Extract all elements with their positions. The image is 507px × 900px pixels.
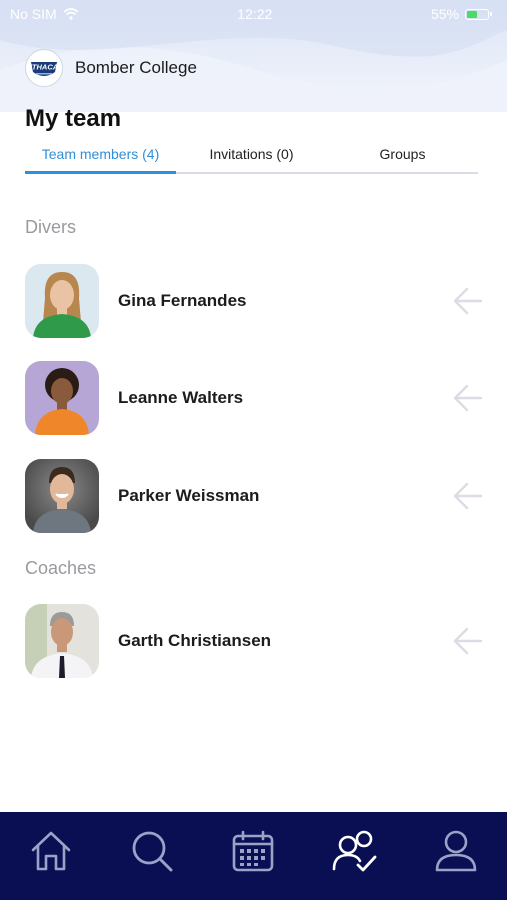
school-logo-text: ITHACA (30, 63, 58, 72)
battery-percent: 55% (430, 6, 459, 22)
bottom-nav (0, 812, 507, 900)
tab-bar: Team members (4) Invitations (0) Groups (25, 140, 478, 174)
tab-team-members[interactable]: Team members (4) (25, 140, 176, 174)
arrow-left-icon[interactable] (451, 284, 485, 318)
avatar (25, 459, 99, 533)
page-title: My team (25, 105, 122, 132)
school-logo: ITHACA (25, 49, 63, 87)
battery-fill (466, 10, 477, 18)
member-row[interactable]: Garth Christiansen (25, 604, 485, 678)
member-name: Parker Weissman (118, 486, 260, 505)
member-name: Garth Christiansen (118, 631, 272, 650)
school-header: ITHACA Bomber College (25, 49, 197, 87)
carrier-label: No SIM (10, 6, 57, 22)
nav-profile[interactable] (432, 827, 480, 875)
status-right: 55% (430, 6, 492, 22)
clock: 12:22 (237, 6, 273, 22)
section-label-coaches: Coaches (25, 558, 97, 578)
tab-invitations[interactable]: Invitations (0) (176, 140, 327, 172)
member-name: Leanne Walters (118, 388, 244, 407)
section-label-divers: Divers (25, 217, 77, 237)
nav-team[interactable] (331, 827, 379, 875)
school-name: Bomber College (75, 58, 197, 77)
status-left: No SIM (10, 6, 79, 22)
avatar (25, 361, 99, 435)
nav-home[interactable] (27, 827, 75, 875)
home-icon (31, 831, 70, 871)
nav-calendar[interactable] (229, 827, 277, 875)
member-row[interactable]: Leanne Walters (25, 361, 485, 435)
nav-search[interactable] (128, 827, 176, 875)
avatar (25, 604, 99, 678)
wifi-icon (63, 8, 79, 20)
profile-icon (435, 830, 477, 872)
avatar (25, 264, 99, 338)
tab-groups[interactable]: Groups (327, 140, 478, 172)
member-row[interactable]: Gina Fernandes (25, 264, 485, 338)
member-name: Gina Fernandes (118, 291, 247, 310)
battery-icon (464, 8, 492, 20)
status-bar: No SIM 12:22 55% (0, 0, 507, 28)
calendar-icon (233, 830, 274, 872)
arrow-left-icon[interactable] (451, 479, 485, 513)
arrow-left-icon[interactable] (451, 381, 485, 415)
member-row[interactable]: Parker Weissman (25, 459, 485, 533)
search-icon (132, 831, 173, 872)
arrow-left-icon[interactable] (451, 624, 485, 658)
team-icon (332, 830, 377, 872)
